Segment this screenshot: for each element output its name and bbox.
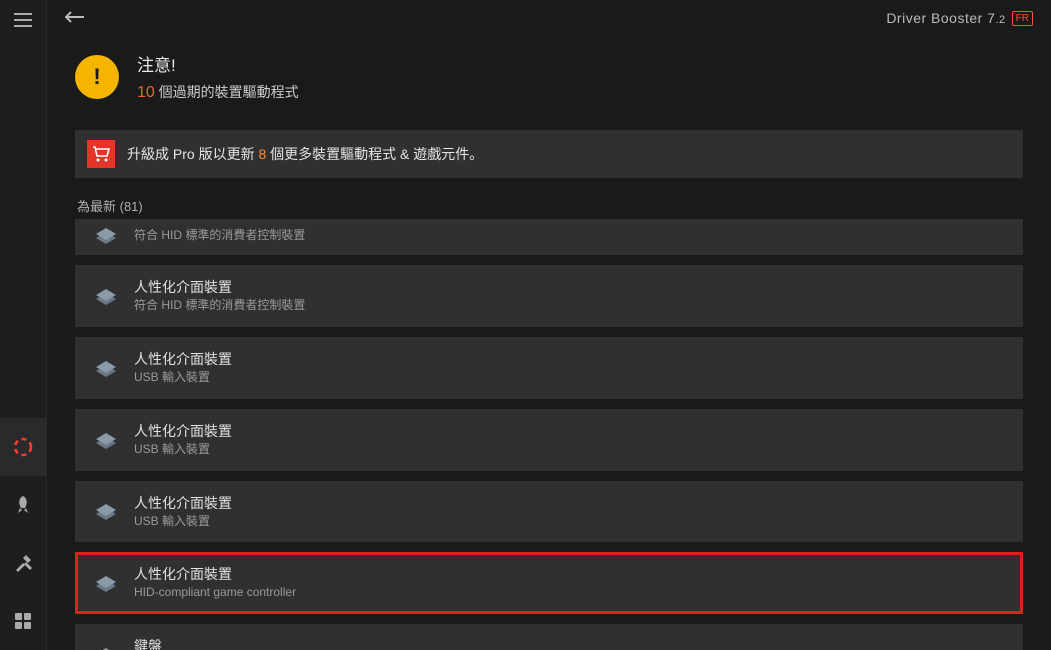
device-icon bbox=[92, 502, 120, 520]
device-title: 人性化介面裝置 bbox=[134, 494, 232, 512]
sidebar-item-apps[interactable] bbox=[0, 592, 46, 650]
device-row[interactable]: 符合 HID 標準的消費者控制裝置 bbox=[75, 219, 1023, 255]
grid-icon bbox=[14, 612, 32, 630]
edition-badge: FR bbox=[1012, 11, 1033, 26]
device-row[interactable]: 人性化介面裝置 USB 輸入裝置 bbox=[75, 481, 1023, 543]
device-icon bbox=[92, 431, 120, 449]
device-list: 符合 HID 標準的消費者控制裝置人性化介面裝置符合 HID 標準的消費者控制裝… bbox=[47, 219, 1051, 650]
menu-button[interactable] bbox=[0, 0, 46, 40]
device-row[interactable]: 鍵盤HID Keyboard Device bbox=[75, 624, 1023, 650]
cart-icon bbox=[87, 140, 115, 168]
device-row[interactable]: 人性化介面裝置符合 HID 標準的消費者控制裝置 bbox=[75, 265, 1023, 327]
arrow-left-icon bbox=[65, 11, 85, 23]
sidebar-item-tools[interactable] bbox=[0, 534, 46, 592]
device-subtitle: USB 輸入裝置 bbox=[134, 514, 232, 530]
upgrade-text: 升級成 Pro 版以更新 8 個更多裝置驅動程式 & 遊戲元件。 bbox=[127, 144, 483, 164]
device-row[interactable]: 人性化介面裝置 HID-compliant game controller bbox=[75, 552, 1023, 614]
status-subtitle: 10 個過期的裝置驅動程式 bbox=[137, 82, 299, 102]
sidebar-item-boost[interactable] bbox=[0, 476, 46, 534]
hamburger-icon bbox=[14, 13, 32, 27]
device-title: 鍵盤 bbox=[134, 637, 249, 650]
status-header: ! 注意! 10 個過期的裝置驅動程式 bbox=[47, 36, 1051, 122]
device-icon bbox=[92, 287, 120, 305]
sidebar-item-scan[interactable] bbox=[0, 418, 46, 476]
upgrade-banner[interactable]: 升級成 Pro 版以更新 8 個更多裝置驅動程式 & 遊戲元件。 bbox=[75, 130, 1023, 178]
device-subtitle: USB 輸入裝置 bbox=[134, 370, 232, 386]
device-subtitle: 符合 HID 標準的消費者控制裝置 bbox=[134, 298, 305, 314]
scan-icon bbox=[12, 436, 34, 458]
device-title: 人性化介面裝置 bbox=[134, 278, 305, 296]
section-label: 為最新 (81) bbox=[47, 190, 1051, 219]
tools-icon bbox=[13, 553, 33, 573]
device-icon bbox=[92, 574, 120, 592]
device-title: 人性化介面裝置 bbox=[134, 422, 232, 440]
rocket-icon bbox=[13, 495, 33, 515]
main-panel: Driver Booster 7.2 FR ! 注意! 10 個過期的裝置驅動程… bbox=[47, 0, 1051, 650]
device-subtitle: USB 輸入裝置 bbox=[134, 442, 232, 458]
device-subtitle: HID-compliant game controller bbox=[134, 585, 296, 601]
status-title: 注意! bbox=[137, 51, 299, 76]
device-icon bbox=[92, 359, 120, 377]
back-button[interactable] bbox=[65, 11, 85, 26]
topbar: Driver Booster 7.2 FR bbox=[47, 0, 1051, 36]
warning-icon: ! bbox=[75, 55, 119, 99]
device-row[interactable]: 人性化介面裝置 USB 輸入裝置 bbox=[75, 337, 1023, 399]
device-row[interactable]: 人性化介面裝置 USB 輸入裝置 bbox=[75, 409, 1023, 471]
app-title: Driver Booster 7.2 bbox=[886, 10, 1005, 26]
device-title: 人性化介面裝置 bbox=[134, 350, 232, 368]
device-icon bbox=[92, 226, 120, 244]
device-subtitle: 符合 HID 標準的消費者控制裝置 bbox=[134, 228, 305, 244]
device-title: 人性化介面裝置 bbox=[134, 565, 296, 583]
sidebar bbox=[0, 0, 47, 650]
device-icon bbox=[92, 646, 120, 650]
